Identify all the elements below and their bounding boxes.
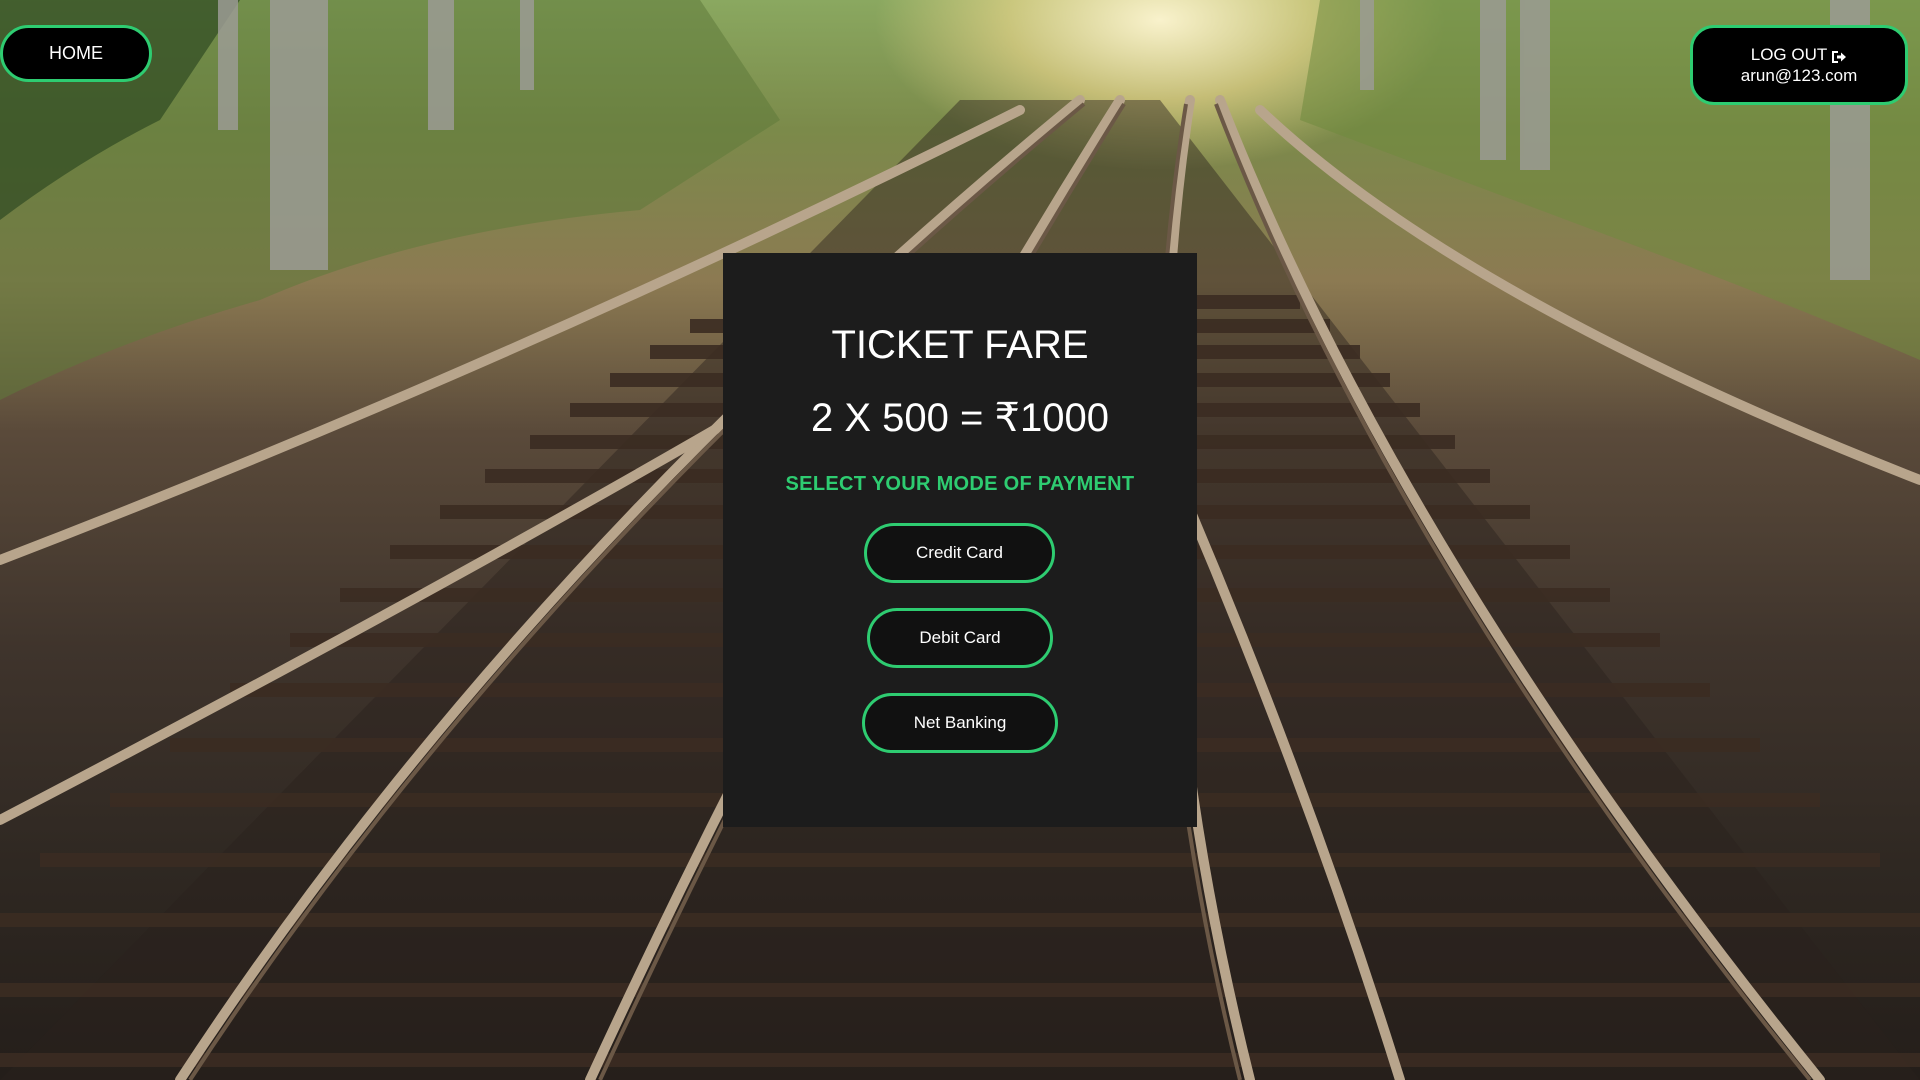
user-email: arun@123.com [1740, 66, 1858, 85]
payment-panel: TICKET FARE 2 X 500 = ₹1000 SELECT YOUR … [723, 253, 1197, 827]
sign-out-icon [1831, 48, 1847, 63]
net-banking-button[interactable]: Net Banking [862, 693, 1058, 753]
home-button[interactable]: HOME [0, 25, 152, 82]
credit-card-button[interactable]: Credit Card [864, 523, 1055, 583]
page-title: TICKET FARE [831, 323, 1089, 367]
logout-label: LOG OUT [1750, 45, 1828, 64]
debit-card-button[interactable]: Debit Card [867, 608, 1053, 668]
fare-calculation: 2 X 500 = ₹1000 [811, 396, 1109, 440]
payment-heading: SELECT YOUR MODE OF PAYMENT [785, 473, 1135, 495]
logout-button[interactable]: LOG OUT arun@123.com [1690, 25, 1908, 105]
